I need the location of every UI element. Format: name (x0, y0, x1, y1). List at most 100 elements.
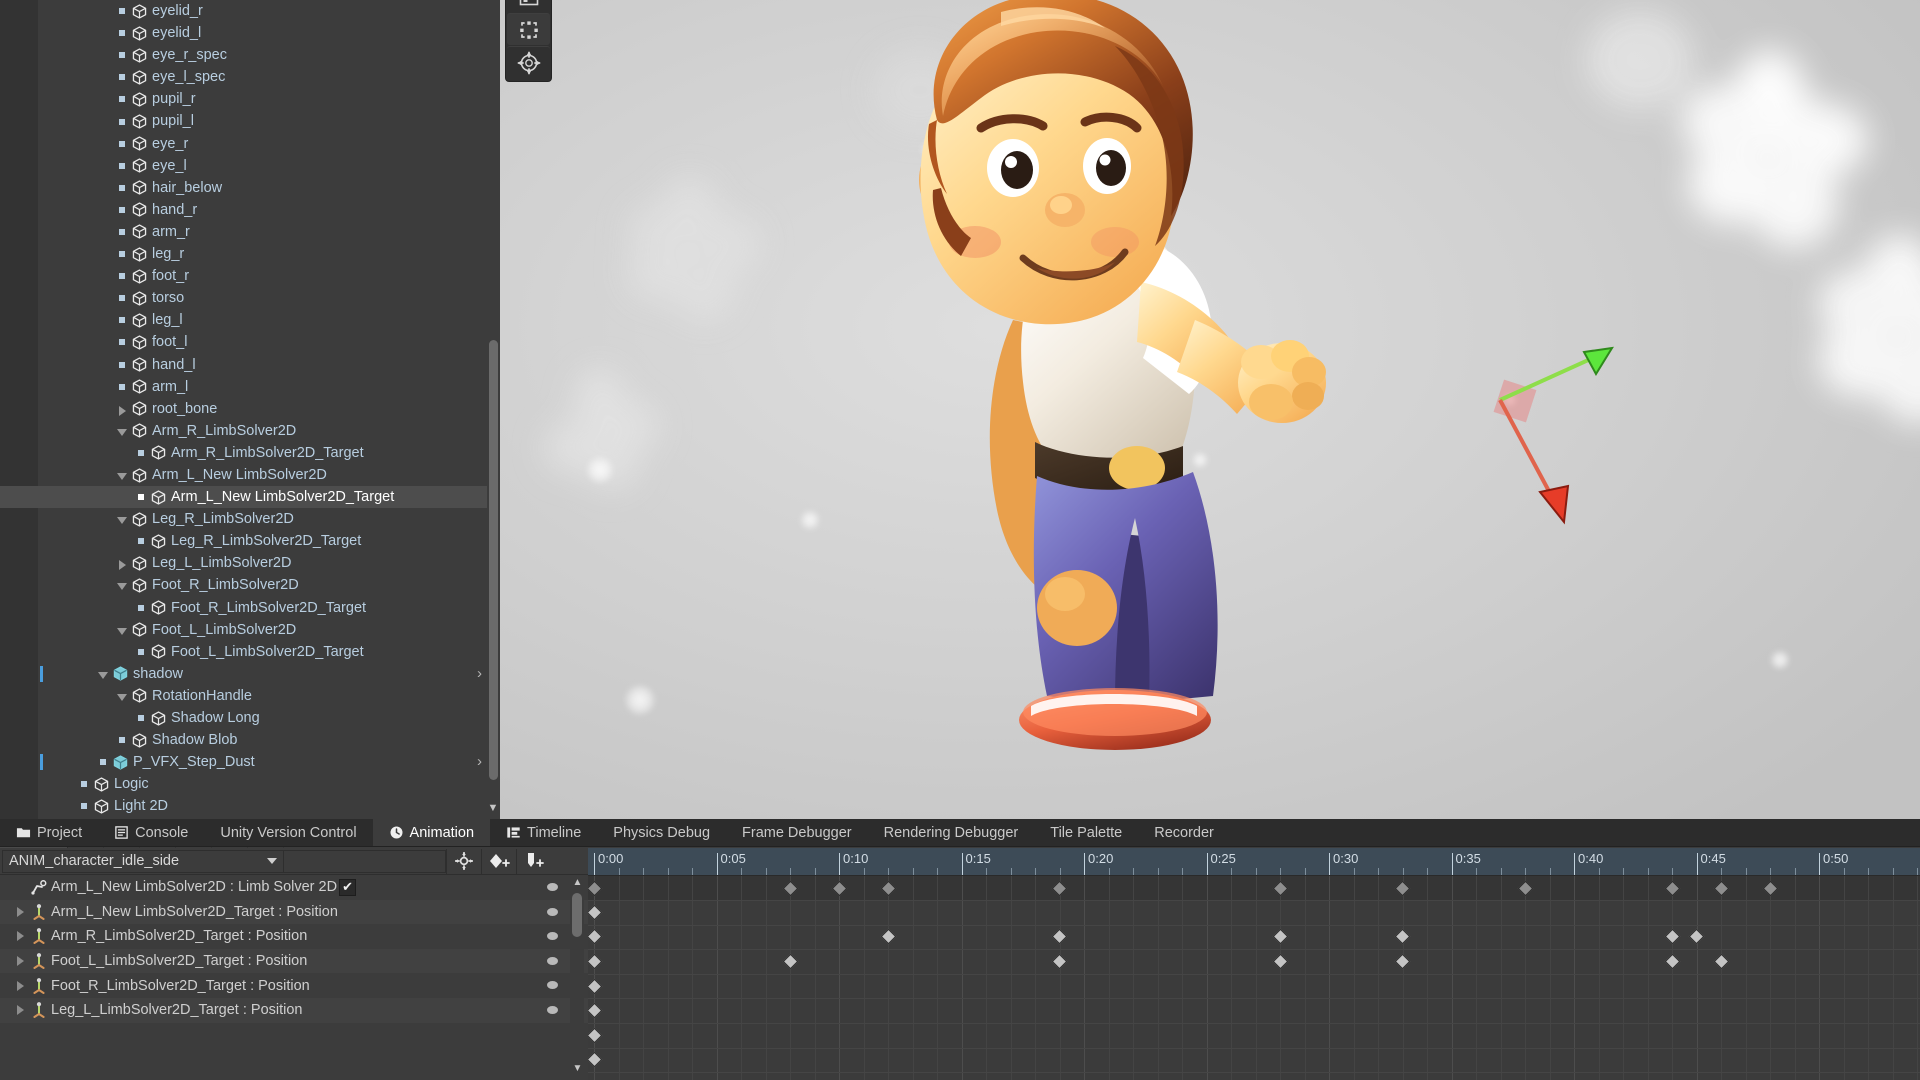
hierarchy-item-leg-l[interactable]: leg_l (0, 309, 500, 331)
keyframe-diamond[interactable] (1272, 953, 1288, 970)
tab-physics-debug[interactable]: Physics Debug (597, 819, 726, 846)
twirl-open-icon[interactable] (116, 468, 130, 482)
properties-scrollbar-thumb[interactable] (572, 893, 582, 937)
twirl-open-icon[interactable] (97, 667, 111, 681)
hierarchy-item-eye-l[interactable]: eye_l (0, 155, 500, 177)
tab-rendering-debugger[interactable]: Rendering Debugger (868, 819, 1035, 846)
animated-property-row[interactable]: Foot_L_LimbSolver2D_Target : Position (0, 948, 588, 974)
keyframe-diamond[interactable] (1664, 929, 1680, 945)
hierarchy-item-torso[interactable]: torso (0, 287, 500, 309)
animated-property-row[interactable]: Arm_L_New LimbSolver2D_Target : Position (0, 899, 588, 925)
hierarchy-item-root-bone[interactable]: root_bone (0, 398, 500, 420)
hierarchy-item-pupil-r[interactable]: pupil_r (0, 88, 500, 110)
keyframe-diamond[interactable] (1272, 929, 1288, 945)
property-record-dot-icon[interactable] (547, 907, 558, 916)
properties-scroll-down-icon[interactable]: ▼ (571, 1062, 584, 1075)
hierarchy-item-leg-r-limbsolver2d[interactable]: Leg_R_LimbSolver2D (0, 508, 500, 530)
animation-clip-row[interactable]: ANIM_character_idle_side (0, 848, 588, 875)
property-record-dot-icon[interactable] (547, 956, 558, 965)
tab-frame-debugger[interactable]: Frame Debugger (726, 819, 868, 846)
keyframe-diamond[interactable] (782, 953, 798, 970)
keyframe-diamond[interactable] (588, 1002, 602, 1019)
hierarchy-item-foot-l-limbsolver2d-target[interactable]: Foot_L_LimbSolver2D_Target (0, 641, 500, 663)
hierarchy-item-hand-l[interactable]: hand_l (0, 354, 500, 376)
keyframe-diamond[interactable] (588, 1027, 602, 1044)
animated-property-row[interactable]: Arm_L_New LimbSolver2D : Limb Solver 2D ✔ (0, 875, 588, 900)
hierarchy-item-eyelid-r[interactable]: eyelid_r (0, 0, 500, 22)
hierarchy-item-foot-l-limbsolver2d[interactable]: Foot_L_LimbSolver2D (0, 619, 500, 641)
hierarchy-item-foot-l[interactable]: foot_l (0, 331, 500, 353)
clip-dropdown[interactable]: ANIM_character_idle_side (2, 849, 284, 873)
hierarchy-item-shadow-long[interactable]: Shadow Long (0, 707, 500, 729)
animated-property-row[interactable]: Foot_R_LimbSolver2D_Target : Position (0, 973, 588, 998)
twirl-open-icon[interactable] (116, 424, 130, 438)
scale-expand-tool-button[interactable] (507, 0, 550, 12)
hierarchy-tree[interactable]: eyelid_r eyelid_l eye_r_spec eye_l_spec … (0, 0, 500, 817)
animated-properties-list[interactable]: Arm_L_New LimbSolver2D : Limb Solver 2D ✔… (0, 875, 588, 1080)
keyframe-diamond[interactable] (1051, 929, 1068, 945)
hierarchy-item-arm-r-limbsolver2d-target[interactable]: Arm_R_LimbSolver2D_Target (0, 442, 500, 464)
add-keyframe-all-button[interactable] (446, 848, 481, 874)
tab-unity-version-control[interactable]: Unity Version Control (204, 819, 372, 846)
twirl-closed-icon[interactable] (116, 556, 130, 571)
hierarchy-item-p-vfx-step-dust[interactable]: P_VFX_Step_Dust › (0, 751, 500, 773)
tab-console[interactable]: Console (98, 819, 204, 846)
keyframe-diamond[interactable] (1394, 953, 1411, 970)
keyframe-diamond[interactable] (1713, 953, 1729, 970)
tab-timeline[interactable]: Timeline (490, 819, 597, 846)
keyframe-diamond[interactable] (1688, 929, 1705, 945)
hierarchy-item-shadow-blob[interactable]: Shadow Blob (0, 729, 500, 751)
rect-transform-tool-button[interactable] (507, 13, 550, 45)
hierarchy-item-hair-below[interactable]: hair_below (0, 177, 500, 199)
panel-tab-bar[interactable]: Project Console Unity Version Control Anima… (0, 819, 1920, 847)
animated-property-row[interactable]: Leg_L_LimbSolver2D_Target : Position (0, 997, 588, 1023)
properties-scroll-up-icon[interactable]: ▲ (571, 876, 584, 889)
twirl-closed-icon[interactable] (116, 402, 130, 416)
keyframe-diamond[interactable] (588, 1052, 602, 1068)
property-record-dot-icon[interactable] (547, 883, 558, 891)
tab-recorder[interactable]: Recorder (1138, 819, 1230, 846)
tab-tile-palette[interactable]: Tile Palette (1034, 819, 1138, 846)
twirl-open-icon[interactable] (116, 623, 130, 637)
move-gizmo[interactable] (1460, 340, 1660, 570)
twirl-open-icon[interactable] (116, 578, 130, 592)
property-record-dot-icon[interactable] (547, 981, 558, 990)
hierarchy-item-shadow[interactable]: shadow › (0, 663, 500, 685)
hierarchy-scrollbar-thumb[interactable] (489, 340, 498, 780)
hierarchy-item-rotationhandle[interactable]: RotationHandle (0, 685, 500, 707)
keyframe-diamond[interactable] (588, 929, 602, 945)
hierarchy-scroll-down-icon[interactable]: ▼ (486, 801, 500, 815)
keyframe-diamond[interactable] (588, 904, 602, 921)
hierarchy-item-foot-r-limbsolver2d[interactable]: Foot_R_LimbSolver2D (0, 574, 500, 596)
hierarchy-item-arm-l-new-limbsolver2d-target[interactable]: Arm_L_New LimbSolver2D_Target (0, 486, 500, 509)
hierarchy-item-leg-l-limbsolver2d[interactable]: Leg_L_LimbSolver2D (0, 552, 500, 574)
hierarchy-item-arm-l[interactable]: arm_l (0, 376, 500, 398)
tab-project[interactable]: Project (0, 819, 98, 846)
hierarchy-item-hand-r[interactable]: hand_r (0, 199, 500, 221)
add-keyframe-button[interactable] (481, 848, 516, 874)
prefab-open-chevron-icon[interactable]: › (477, 751, 482, 773)
prefab-open-chevron-icon[interactable]: › (477, 663, 482, 685)
property-record-dot-icon[interactable] (547, 932, 558, 941)
twirl-open-icon[interactable] (116, 689, 130, 703)
property-enabled-checkbox[interactable]: ✔ (339, 878, 357, 896)
animated-property-row[interactable]: Arm_R_LimbSolver2D_Target : Position (0, 924, 588, 949)
scene-tool-group[interactable] (505, 0, 552, 82)
transform-gizmo-tool-button[interactable] (507, 46, 550, 78)
keyframe-diamond[interactable] (588, 978, 602, 994)
property-record-dot-icon[interactable] (547, 1005, 558, 1014)
hierarchy-item-eye-l-spec[interactable]: eye_l_spec (0, 66, 500, 88)
hierarchy-scrollbar[interactable] (487, 0, 500, 819)
hierarchy-item-foot-r-limbsolver2d-target[interactable]: Foot_R_LimbSolver2D_Target (0, 597, 500, 619)
tab-animation[interactable]: Animation (372, 819, 491, 846)
scene-view[interactable] (500, 0, 1920, 819)
keyframe-diamond[interactable] (880, 929, 896, 945)
hierarchy-item-eyelid-l[interactable]: eyelid_l (0, 22, 500, 44)
hierarchy-item-arm-r[interactable]: arm_r (0, 221, 500, 243)
keyframe-diamond[interactable] (1051, 953, 1068, 970)
hierarchy-item-eye-r[interactable]: eye_r (0, 133, 500, 155)
hierarchy-item-arm-l-new-limbsolver2d[interactable]: Arm_L_New LimbSolver2D (0, 464, 500, 486)
add-event-button[interactable] (516, 848, 551, 874)
keyframe-diamond[interactable] (1664, 953, 1680, 970)
hierarchy-item-pupil-l[interactable]: pupil_l (0, 110, 500, 132)
